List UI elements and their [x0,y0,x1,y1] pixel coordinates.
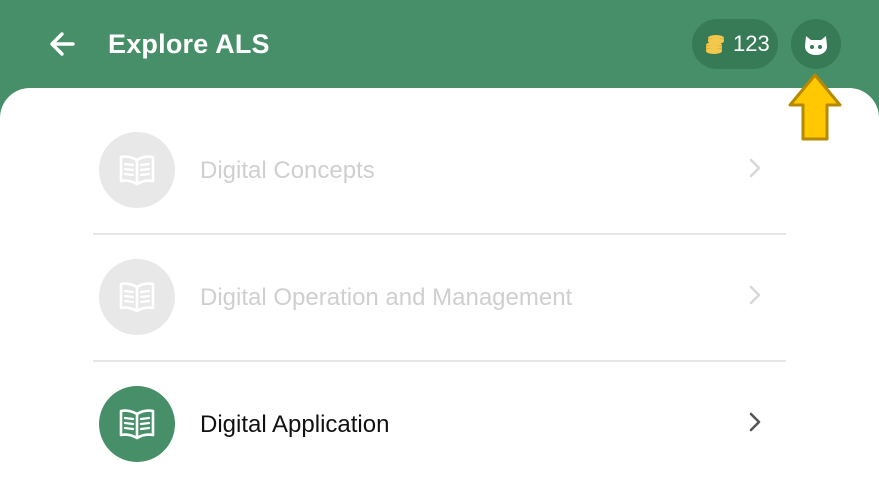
topics-sheet: Digital Concepts Digital Operation and M… [0,88,879,488]
back-button[interactable] [44,26,80,62]
topic-row-digital-concepts[interactable]: Digital Concepts [93,88,786,235]
topic-row-digital-operation-and-management[interactable]: Digital Operation and Management [93,215,786,362]
open-book-icon [119,155,155,186]
open-book-icon [119,409,155,440]
avatar-button[interactable] [791,19,841,69]
topic-icon-circle [99,132,175,208]
page-title: Explore ALS [108,29,270,59]
open-book-icon [119,282,155,313]
chevron-right-icon [745,410,765,434]
topic-label: Digital Concepts [200,157,375,184]
coins-balance-button[interactable]: 123 [692,19,778,69]
up-arrow-icon [788,73,842,141]
app-header: Explore ALS 123 [0,0,879,100]
topic-label: Digital Application [200,411,390,438]
topic-icon-circle [99,386,175,462]
coins-stack-icon [704,33,726,55]
topic-row-digital-application[interactable]: Digital Application [93,342,786,469]
chevron-right-icon [745,156,765,180]
arrow-left-icon [50,32,75,56]
topic-icon-circle [99,259,175,335]
cat-face-icon [805,36,827,55]
chevron-right-icon [745,283,765,307]
topic-label: Digital Operation and Management [200,284,573,311]
coins-count: 123 [733,31,770,56]
